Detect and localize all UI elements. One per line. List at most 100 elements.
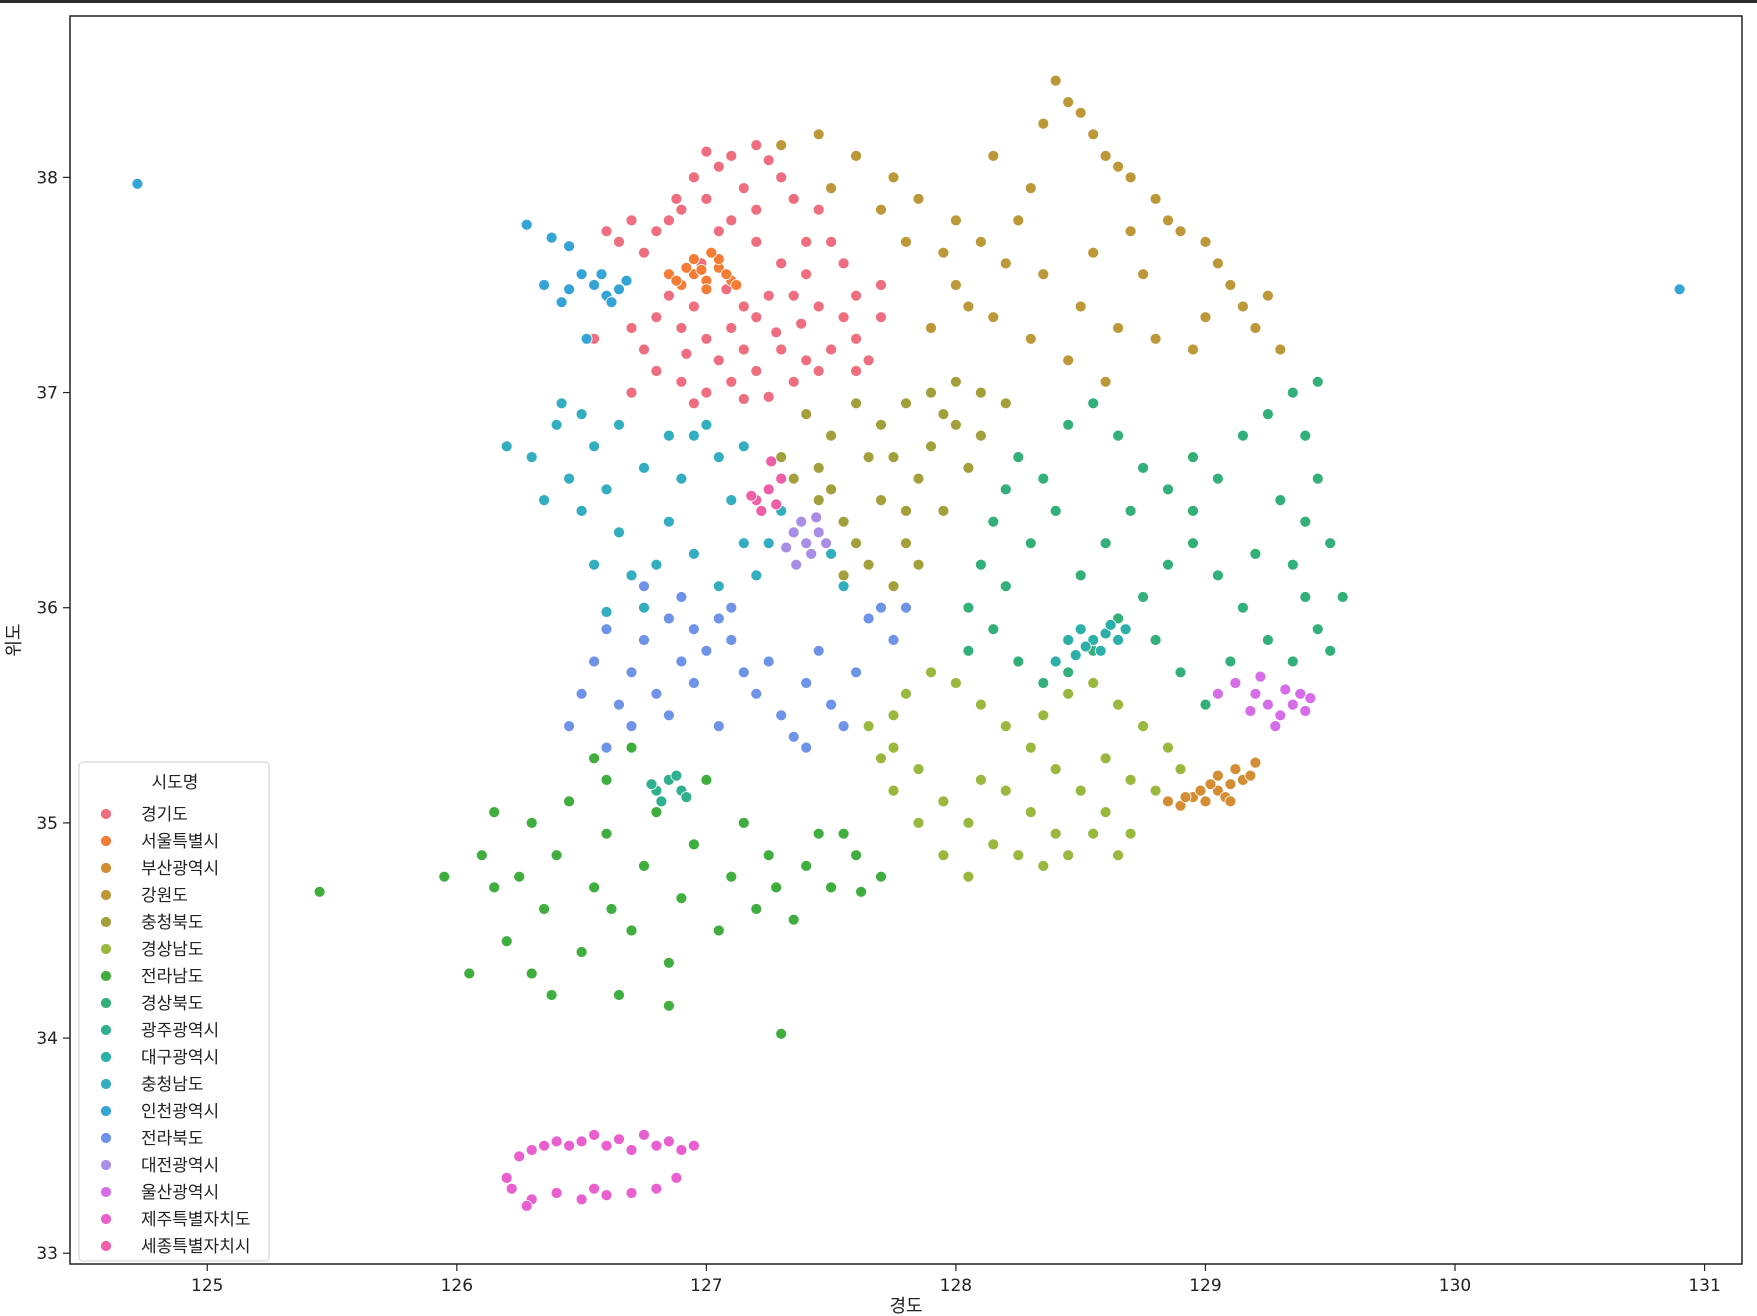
data-point (1311, 623, 1324, 636)
data-point (505, 1182, 518, 1195)
data-point (1311, 375, 1324, 388)
data-point (999, 397, 1012, 410)
data-point (712, 451, 725, 464)
data-point (663, 429, 675, 442)
data-point (575, 946, 588, 958)
data-point (1212, 257, 1224, 270)
data-point (787, 913, 800, 926)
data-point (750, 203, 763, 216)
data-point (688, 548, 700, 560)
data-point (1074, 784, 1087, 797)
data-point (688, 253, 700, 266)
data-point (725, 149, 738, 162)
data-point (1087, 246, 1100, 259)
data-point (1112, 634, 1124, 646)
data-point (750, 687, 763, 700)
data-point (670, 192, 683, 205)
data-point (950, 418, 962, 431)
data-point (1087, 128, 1100, 141)
series-14 (1212, 670, 1317, 732)
series-13 (780, 511, 832, 571)
data-point (987, 623, 1000, 636)
data-point (1149, 634, 1162, 646)
legend-label: 울산광역시 (141, 1183, 219, 1203)
data-point (787, 730, 800, 743)
data-point (999, 784, 1012, 797)
data-point (1224, 279, 1237, 291)
data-point (725, 214, 738, 227)
data-point (762, 390, 775, 403)
legend-label: 충청남도 (141, 1075, 204, 1095)
data-point (1194, 784, 1207, 797)
data-point (725, 375, 738, 388)
data-point (712, 612, 725, 625)
data-point (1286, 698, 1299, 711)
data-point (600, 483, 613, 496)
data-point (131, 177, 144, 190)
data-point (825, 429, 837, 442)
data-point (663, 612, 675, 625)
y-tick-label: 36 (36, 599, 58, 619)
data-point (1237, 429, 1249, 442)
data-point (1062, 418, 1075, 431)
data-point (1079, 640, 1092, 653)
data-point (663, 1135, 675, 1148)
legend-label: 서울특별시 (141, 832, 219, 852)
data-point (1199, 698, 1212, 711)
data-point (563, 720, 575, 732)
data-point (999, 483, 1012, 496)
data-point (1112, 429, 1124, 442)
data-point (1237, 601, 1249, 614)
data-point (837, 827, 850, 840)
data-point (1112, 698, 1124, 711)
data-point (730, 279, 743, 291)
data-point (463, 967, 476, 980)
x-tick-label: 127 (690, 1276, 722, 1296)
data-point (625, 1144, 638, 1156)
data-point (613, 698, 625, 711)
data-point (850, 849, 862, 862)
legend-label: 경기도 (141, 805, 188, 825)
data-point (900, 235, 912, 248)
data-point (475, 849, 488, 862)
data-point (1174, 666, 1187, 679)
data-point (812, 644, 825, 657)
data-point (1037, 677, 1050, 689)
data-point (638, 461, 650, 474)
data-point (787, 472, 800, 485)
data-point (588, 752, 600, 765)
data-point (563, 283, 575, 296)
data-point (812, 365, 825, 377)
data-point (1149, 784, 1162, 797)
data-point (812, 827, 825, 840)
data-point (925, 666, 937, 679)
data-point (1199, 795, 1212, 808)
data-point (1179, 791, 1192, 803)
data-point (538, 1139, 550, 1152)
data-point (937, 795, 950, 808)
data-point (538, 279, 550, 291)
series-10 (500, 397, 850, 618)
data-point (513, 870, 526, 883)
data-point (1324, 644, 1337, 657)
data-point (975, 235, 987, 248)
data-point (688, 300, 700, 313)
data-point (1137, 461, 1149, 474)
data-point (575, 268, 588, 281)
data-point (613, 283, 625, 296)
data-point (975, 386, 987, 399)
data-point (675, 892, 688, 905)
data-point (800, 860, 813, 872)
data-point (700, 145, 713, 158)
data-point (613, 235, 625, 248)
data-point (650, 225, 663, 238)
data-point (912, 817, 925, 829)
data-point (950, 214, 962, 227)
data-point (625, 720, 638, 732)
data-point (700, 283, 713, 296)
data-point (1049, 763, 1062, 775)
data-point (1262, 289, 1274, 302)
data-point (887, 741, 900, 754)
y-tick-label: 35 (36, 814, 58, 834)
y-tick-label: 33 (36, 1244, 58, 1264)
